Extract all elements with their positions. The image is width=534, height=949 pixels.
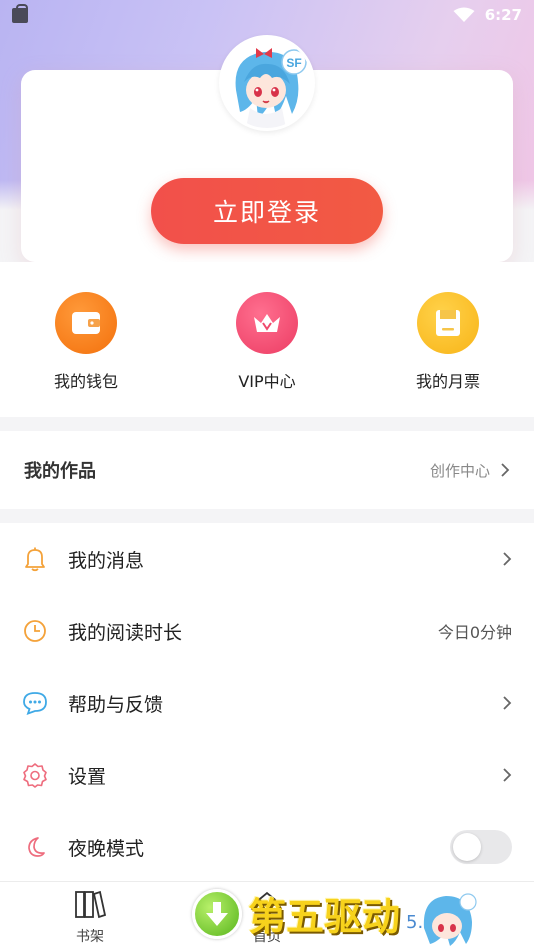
works-title: 我的作品 [24, 461, 96, 482]
anime-mascot-icon: SF [222, 38, 312, 128]
wallet-icon [55, 292, 117, 354]
moon-icon [22, 834, 48, 860]
tab-label: 书架 [76, 929, 104, 945]
settings-menu: 我的消息 我的阅读时长 今日0分钟 帮助与反馈 设置 夜晚模式 [0, 523, 534, 881]
gear-icon [22, 762, 48, 788]
bell-icon [22, 546, 48, 572]
login-button[interactable]: 立即登录 [151, 178, 383, 244]
ticket-icon [417, 292, 479, 354]
my-works-row[interactable]: 我的作品 创作中心 [0, 431, 534, 509]
download-arrow-icon [192, 888, 242, 939]
avatar[interactable]: SF [219, 35, 315, 131]
menu-item-label: 我的阅读时长 [68, 621, 183, 644]
quick-item-ticket[interactable]: 我的月票 [388, 292, 508, 392]
quick-item-wallet[interactable]: 我的钱包 [26, 292, 146, 392]
bookshelf-icon [75, 890, 107, 919]
quick-actions: 我的钱包 VIP中心 我的月票 [0, 262, 534, 417]
creation-center-label: 创作中心 [429, 461, 490, 480]
chevron-right-icon [503, 696, 512, 710]
avatar-badge-text: SF [286, 56, 301, 70]
shopping-bag-icon [12, 3, 28, 23]
chevron-right-icon [501, 463, 510, 477]
menu-item-help-feedback[interactable]: 帮助与反馈 [0, 667, 534, 739]
tab-bookshelf[interactable]: 书架 [55, 888, 125, 946]
menu-item-label: 我的消息 [68, 549, 145, 572]
menu-item-label: 设置 [68, 765, 107, 788]
watermark: 第五驱动 5.cn [192, 878, 534, 949]
chevron-right-icon [503, 768, 512, 782]
watermark-text: 第五驱动 [248, 895, 401, 939]
watermark-mascot-icon [423, 893, 477, 946]
wifi-icon [453, 7, 475, 22]
menu-item-label: 夜晚模式 [68, 837, 145, 860]
menu-item-night-mode: 夜晚模式 [0, 811, 534, 883]
quick-item-label: VIP中心 [238, 372, 296, 391]
menu-item-reading-time[interactable]: 我的阅读时长 今日0分钟 [0, 595, 534, 667]
status-time: 6:27 [484, 6, 522, 24]
quick-item-label: 我的钱包 [53, 372, 118, 391]
quick-item-vip[interactable]: VIP中心 [207, 292, 327, 392]
night-mode-toggle[interactable] [450, 830, 512, 864]
status-bar: 6:27 [0, 0, 534, 30]
toggle-knob [453, 833, 481, 861]
clock-icon [22, 618, 48, 644]
creation-center-link[interactable]: 创作中心 [430, 460, 510, 481]
chat-bubble-icon [22, 690, 48, 716]
crown-icon [236, 292, 298, 354]
menu-item-settings[interactable]: 设置 [0, 739, 534, 811]
chevron-right-icon [503, 552, 512, 566]
quick-item-label: 我的月票 [415, 372, 480, 391]
menu-item-label: 帮助与反馈 [68, 693, 164, 716]
menu-item-messages[interactable]: 我的消息 [0, 523, 534, 595]
reading-time-value: 今日0分钟 [437, 623, 512, 642]
